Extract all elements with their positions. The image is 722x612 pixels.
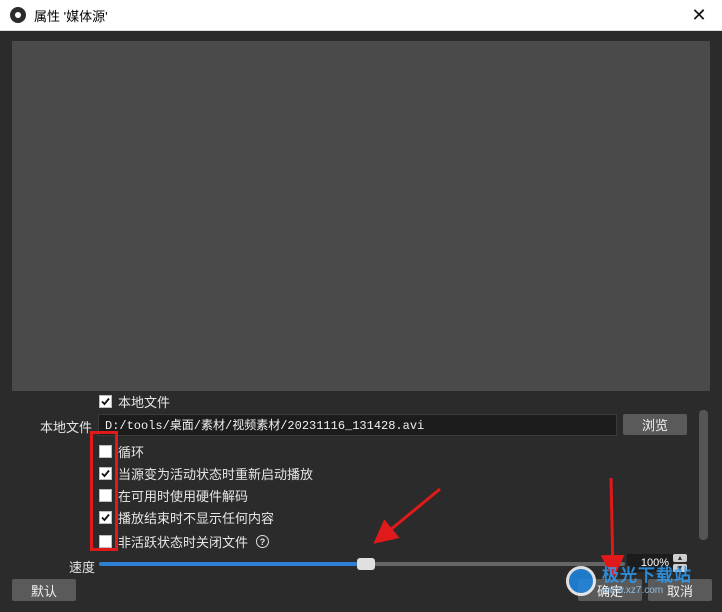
option-label: 非活跃状态时关闭文件 (118, 535, 249, 550)
speed-label: 速度 (69, 560, 96, 575)
speed-slider-fill (99, 562, 357, 566)
option-row[interactable]: 非活跃状态时关闭文件? (99, 532, 270, 551)
option-label: 循环 (118, 445, 145, 460)
option-label: 当源变为活动状态时重新启动播放 (118, 467, 314, 482)
site-watermark: 极光下载站 www.xz7.com (566, 564, 716, 598)
option-label: 播放结束时不显示任何内容 (118, 511, 275, 526)
local-file-label-wrap: 本地文件 (40, 417, 92, 436)
window-title: 属性 '媒体源' (34, 8, 108, 24)
annotation-highlight-box (90, 431, 118, 551)
local-file-checkbox-label: 本地文件 (118, 394, 171, 410)
defaults-button[interactable]: 默认 (12, 579, 76, 601)
source-preview (12, 41, 710, 391)
close-button[interactable]: ✕ (676, 0, 722, 31)
browse-button[interactable]: 浏览 (623, 414, 687, 435)
option-row[interactable]: 播放结束时不显示任何内容 (99, 508, 274, 527)
title-bar: 属性 '媒体源' ✕ (0, 0, 722, 31)
local-file-path-field[interactable]: D:/tools/桌面/素材/视频素材/20231116_131428.avi (98, 414, 617, 436)
option-row[interactable]: 当源变为活动状态时重新启动播放 (99, 464, 313, 483)
obs-app-icon (10, 7, 26, 23)
speed-slider-thumb[interactable] (356, 558, 375, 570)
watermark-url: www.xz7.com (602, 584, 664, 596)
local-file-label: 本地文件 (40, 420, 93, 435)
arrow-to-ok (600, 477, 625, 579)
speed-label-wrap: 速度 (69, 557, 95, 576)
properties-scrollbar[interactable] (699, 410, 708, 540)
local-file-checkbox-row[interactable]: 本地文件 (99, 394, 171, 410)
speed-slider[interactable] (99, 558, 625, 570)
watermark-logo-icon (566, 566, 596, 596)
arrow-to-slider (373, 487, 441, 544)
local-file-checkbox[interactable] (99, 394, 112, 408)
help-icon[interactable]: ? (256, 535, 270, 548)
spin-up-icon[interactable]: ▲ (673, 554, 687, 562)
watermark-title: 极光下载站 (602, 565, 692, 585)
option-row[interactable]: 在可用时使用硬件解码 (99, 486, 248, 505)
option-label: 在可用时使用硬件解码 (118, 489, 249, 504)
